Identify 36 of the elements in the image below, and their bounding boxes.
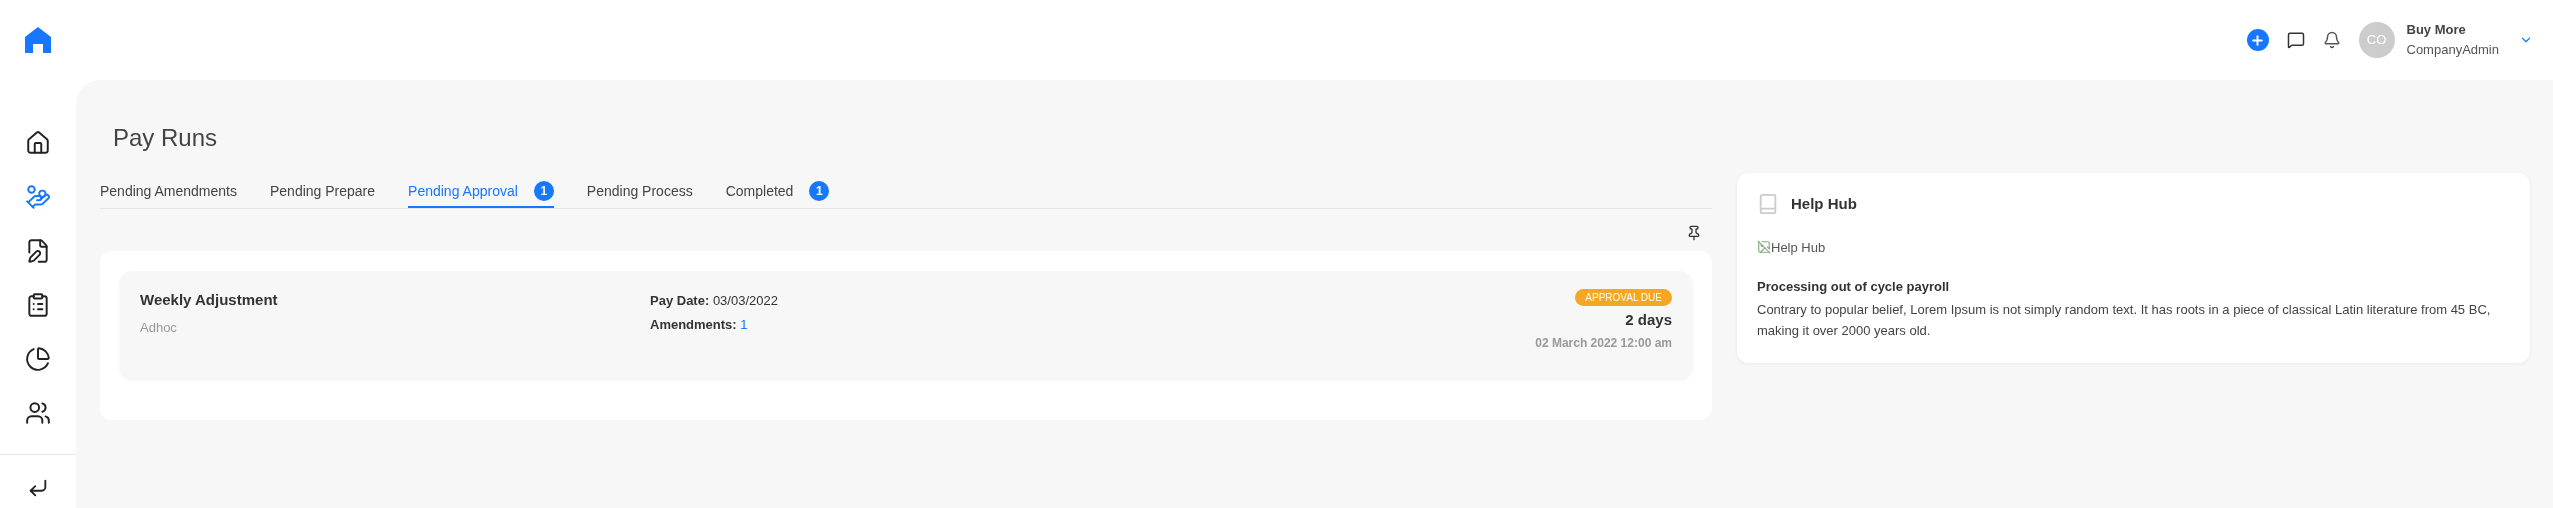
- broken-image-icon: [1757, 240, 1771, 255]
- amendments-count: Amendments: 1: [650, 315, 749, 334]
- pay-date: Pay Date: 03/03/2022: [650, 292, 779, 310]
- chat-icon[interactable]: [2286, 31, 2305, 49]
- tab[interactable]: Completed 1: [725, 176, 830, 208]
- tab[interactable]: Pending Amendments: [100, 176, 237, 208]
- help-hub-title: Help Hub: [1791, 194, 1857, 214]
- book-icon: [1757, 193, 1779, 216]
- pie-chart-icon[interactable]: [25, 346, 51, 372]
- return-icon[interactable]: [27, 477, 49, 499]
- pay-run-card[interactable]: Weekly Adjustment Adhoc Pay Date: 03/03/2022 Amendments: 1 APPROVAL DUE 2 days 02 March 2022 12:00 am: [120, 271, 1692, 378]
- due-date: 02 March 2022 12:00 am: [1535, 334, 1672, 352]
- logo-icon[interactable]: [23, 25, 53, 55]
- home-icon[interactable]: [25, 130, 51, 156]
- people-icon[interactable]: [25, 400, 51, 426]
- plus-icon: [2250, 32, 2265, 48]
- article-text: Contrary to popular belief, Lorem Ipsum is not simply random text. It has roots in a piece of classical Latin literature from 45 BC, making it over 2000 years old.: [1757, 300, 2492, 340]
- tab[interactable]: Pending Process: [586, 176, 693, 208]
- pay-run-name: Weekly Adjustment: [140, 290, 279, 310]
- user-name: Buy More: [2406, 21, 2467, 39]
- tab[interactable]: Pending Approval 1: [408, 176, 554, 208]
- add-button[interactable]: [2246, 29, 2269, 51]
- pay-run-type: Adhoc: [140, 318, 178, 337]
- article-title: Processing out of cycle payroll: [1757, 278, 1951, 296]
- document-pen-icon[interactable]: [25, 238, 51, 264]
- user-role: CompanyAdmin: [2406, 41, 2499, 59]
- status-badge: APPROVAL DUE: [1575, 289, 1672, 306]
- hand-coin-icon[interactable]: [25, 184, 51, 210]
- page-title: Pay Runs: [113, 123, 219, 153]
- count-badge: 1: [533, 181, 554, 201]
- count-badge: 1: [809, 181, 830, 201]
- pin-icon[interactable]: [1686, 225, 1702, 241]
- image-alt-text: Help Hub: [1771, 238, 1826, 257]
- due-in: 2 days: [1625, 310, 1672, 330]
- bell-icon[interactable]: [2322, 31, 2341, 49]
- tab[interactable]: Pending Prepare: [270, 176, 376, 208]
